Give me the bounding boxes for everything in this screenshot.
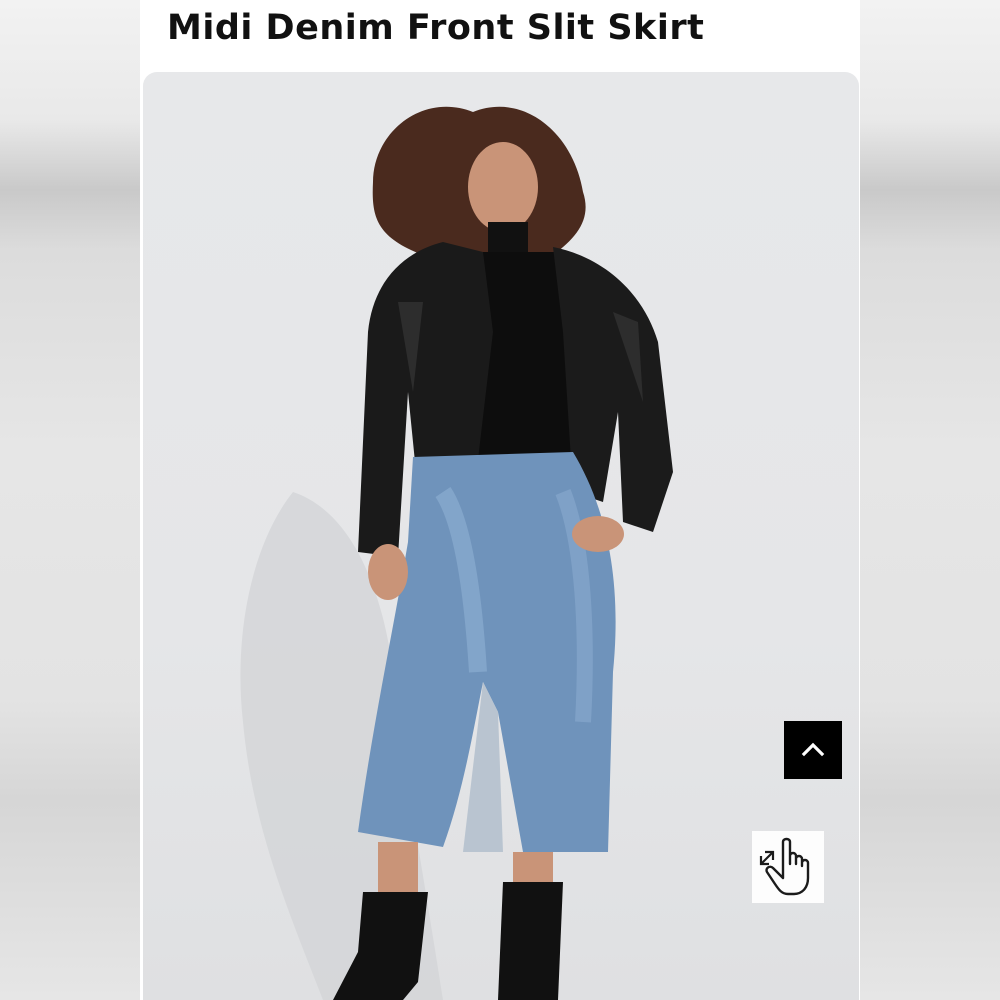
product-page: Midi Denim Front Slit Skirt bbox=[140, 0, 860, 1000]
zoom-gesture-hint[interactable] bbox=[752, 831, 824, 903]
right-blurred-backdrop bbox=[860, 0, 1000, 1000]
scroll-to-top-button[interactable] bbox=[784, 721, 842, 779]
chevron-up-icon bbox=[801, 742, 825, 757]
pinch-zoom-hand-icon bbox=[759, 837, 810, 896]
left-blurred-backdrop bbox=[0, 0, 140, 1000]
product-title: Midi Denim Front Slit Skirt bbox=[167, 8, 705, 48]
